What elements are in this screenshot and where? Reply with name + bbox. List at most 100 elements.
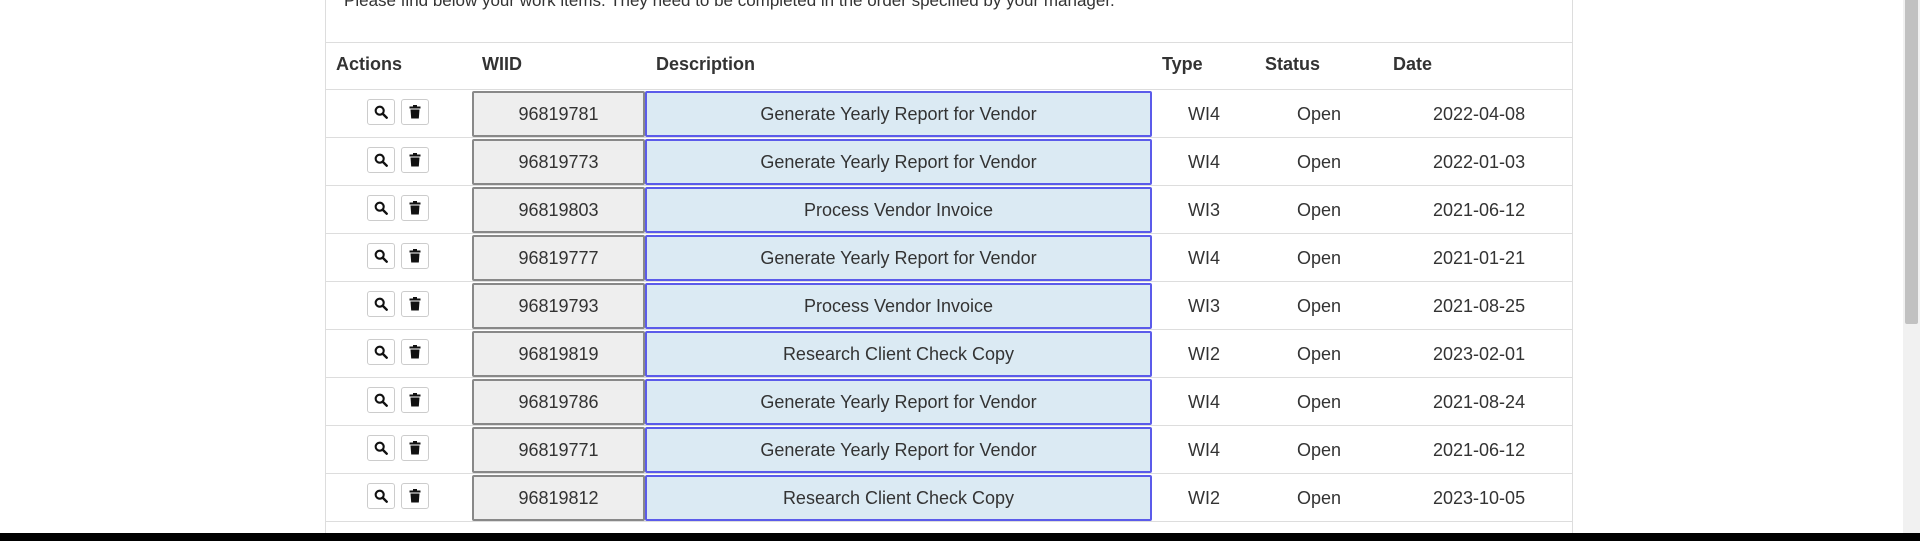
intro-text: Please find below your work items. They … xyxy=(344,0,1115,10)
view-button[interactable] xyxy=(367,291,395,317)
trash-icon xyxy=(409,393,421,407)
col-header-description: Description xyxy=(656,54,756,74)
row-divider xyxy=(326,329,1572,330)
description-value: Research Client Check Copy xyxy=(782,487,1015,508)
row-divider xyxy=(326,281,1572,282)
description-value: Process Vendor Invoice xyxy=(803,199,994,220)
type-cell: WI4 xyxy=(1188,103,1221,124)
wiid-value: 96819771 xyxy=(518,439,599,460)
trash-icon xyxy=(409,105,421,119)
view-button[interactable] xyxy=(367,99,395,125)
status-cell: Open xyxy=(1297,295,1342,316)
wiid-value: 96819819 xyxy=(518,343,599,364)
wiid-cell[interactable]: 96819777 xyxy=(472,235,645,281)
date-cell: 2022-01-03 xyxy=(1433,151,1526,172)
trash-icon xyxy=(409,345,421,359)
trash-icon xyxy=(409,201,421,215)
trash-icon xyxy=(409,153,421,167)
type-cell: WI3 xyxy=(1188,295,1221,316)
wiid-cell[interactable]: 96819771 xyxy=(472,427,645,473)
description-cell[interactable]: Generate Yearly Report for Vendor xyxy=(645,235,1152,281)
delete-button[interactable] xyxy=(401,99,429,125)
wiid-cell[interactable]: 96819819 xyxy=(472,331,645,377)
status-cell: Open xyxy=(1297,247,1342,268)
wiid-cell[interactable]: 96819812 xyxy=(472,475,645,521)
view-button[interactable] xyxy=(367,147,395,173)
type-cell: WI2 xyxy=(1188,343,1221,364)
wiid-cell[interactable]: 96819781 xyxy=(472,91,645,137)
description-cell[interactable]: Research Client Check Copy xyxy=(645,331,1152,377)
status-cell: Open xyxy=(1297,199,1342,220)
search-icon xyxy=(374,489,388,503)
wiid-value: 96819773 xyxy=(518,151,599,172)
row-divider xyxy=(326,233,1572,234)
wiid-cell[interactable]: 96819773 xyxy=(472,139,645,185)
col-header-actions: Actions xyxy=(336,54,403,74)
description-value: Generate Yearly Report for Vendor xyxy=(760,439,1037,460)
delete-button[interactable] xyxy=(401,291,429,317)
wiid-cell[interactable]: 96819803 xyxy=(472,187,645,233)
delete-button[interactable] xyxy=(401,483,429,509)
scrollbar-thumb[interactable] xyxy=(1905,0,1918,324)
description-value: Generate Yearly Report for Vendor xyxy=(760,151,1037,172)
row-divider xyxy=(326,425,1572,426)
description-cell[interactable]: Generate Yearly Report for Vendor xyxy=(645,91,1152,137)
view-button[interactable] xyxy=(367,483,395,509)
bottom-edge-bar xyxy=(0,533,1920,541)
description-value: Generate Yearly Report for Vendor xyxy=(760,103,1037,124)
trash-icon xyxy=(409,441,421,455)
view-button[interactable] xyxy=(367,243,395,269)
view-button[interactable] xyxy=(367,339,395,365)
type-cell: WI4 xyxy=(1188,439,1221,460)
wiid-value: 96819777 xyxy=(518,247,599,268)
description-cell[interactable]: Process Vendor Invoice xyxy=(645,187,1152,233)
delete-button[interactable] xyxy=(401,387,429,413)
status-cell: Open xyxy=(1297,487,1342,508)
wiid-cell[interactable]: 96819786 xyxy=(472,379,645,425)
row-divider xyxy=(326,521,1572,522)
col-header-status: Status xyxy=(1265,54,1321,74)
wiid-value: 96819812 xyxy=(518,487,599,508)
status-cell: Open xyxy=(1297,103,1342,124)
description-cell[interactable]: Generate Yearly Report for Vendor xyxy=(645,427,1152,473)
description-cell[interactable]: Generate Yearly Report for Vendor xyxy=(645,379,1152,425)
search-icon xyxy=(374,393,388,407)
status-cell: Open xyxy=(1297,151,1342,172)
delete-button[interactable] xyxy=(401,339,429,365)
date-cell: 2021-06-12 xyxy=(1433,199,1526,220)
wiid-value: 96819786 xyxy=(518,391,599,412)
wiid-cell[interactable]: 96819793 xyxy=(472,283,645,329)
view-button[interactable] xyxy=(367,387,395,413)
search-icon xyxy=(374,297,388,311)
description-cell[interactable]: Research Client Check Copy xyxy=(645,475,1152,521)
search-icon xyxy=(374,105,388,119)
view-button[interactable] xyxy=(367,435,395,461)
date-cell: 2021-08-24 xyxy=(1433,391,1526,412)
delete-button[interactable] xyxy=(401,243,429,269)
scrollbar[interactable] xyxy=(1903,0,1920,533)
search-icon xyxy=(374,345,388,359)
date-cell: 2021-06-12 xyxy=(1433,439,1526,460)
row-divider xyxy=(326,473,1572,474)
type-cell: WI4 xyxy=(1188,391,1221,412)
row-divider xyxy=(326,137,1572,138)
description-value: Generate Yearly Report for Vendor xyxy=(760,391,1037,412)
description-cell[interactable]: Process Vendor Invoice xyxy=(645,283,1152,329)
row-divider xyxy=(326,185,1572,186)
delete-button[interactable] xyxy=(401,147,429,173)
search-icon xyxy=(374,153,388,167)
delete-button[interactable] xyxy=(401,435,429,461)
view-button[interactable] xyxy=(367,195,395,221)
delete-button[interactable] xyxy=(401,195,429,221)
trash-icon xyxy=(409,249,421,263)
type-cell: WI4 xyxy=(1188,247,1221,268)
date-cell: 2021-01-21 xyxy=(1433,247,1526,268)
wiid-value: 96819781 xyxy=(518,103,599,124)
search-icon xyxy=(374,441,388,455)
header-top-divider xyxy=(326,42,1572,43)
type-cell: WI2 xyxy=(1188,487,1221,508)
description-value: Research Client Check Copy xyxy=(782,343,1015,364)
description-cell[interactable]: Generate Yearly Report for Vendor xyxy=(645,139,1152,185)
search-icon xyxy=(374,249,388,263)
date-cell: 2022-04-08 xyxy=(1433,103,1526,124)
